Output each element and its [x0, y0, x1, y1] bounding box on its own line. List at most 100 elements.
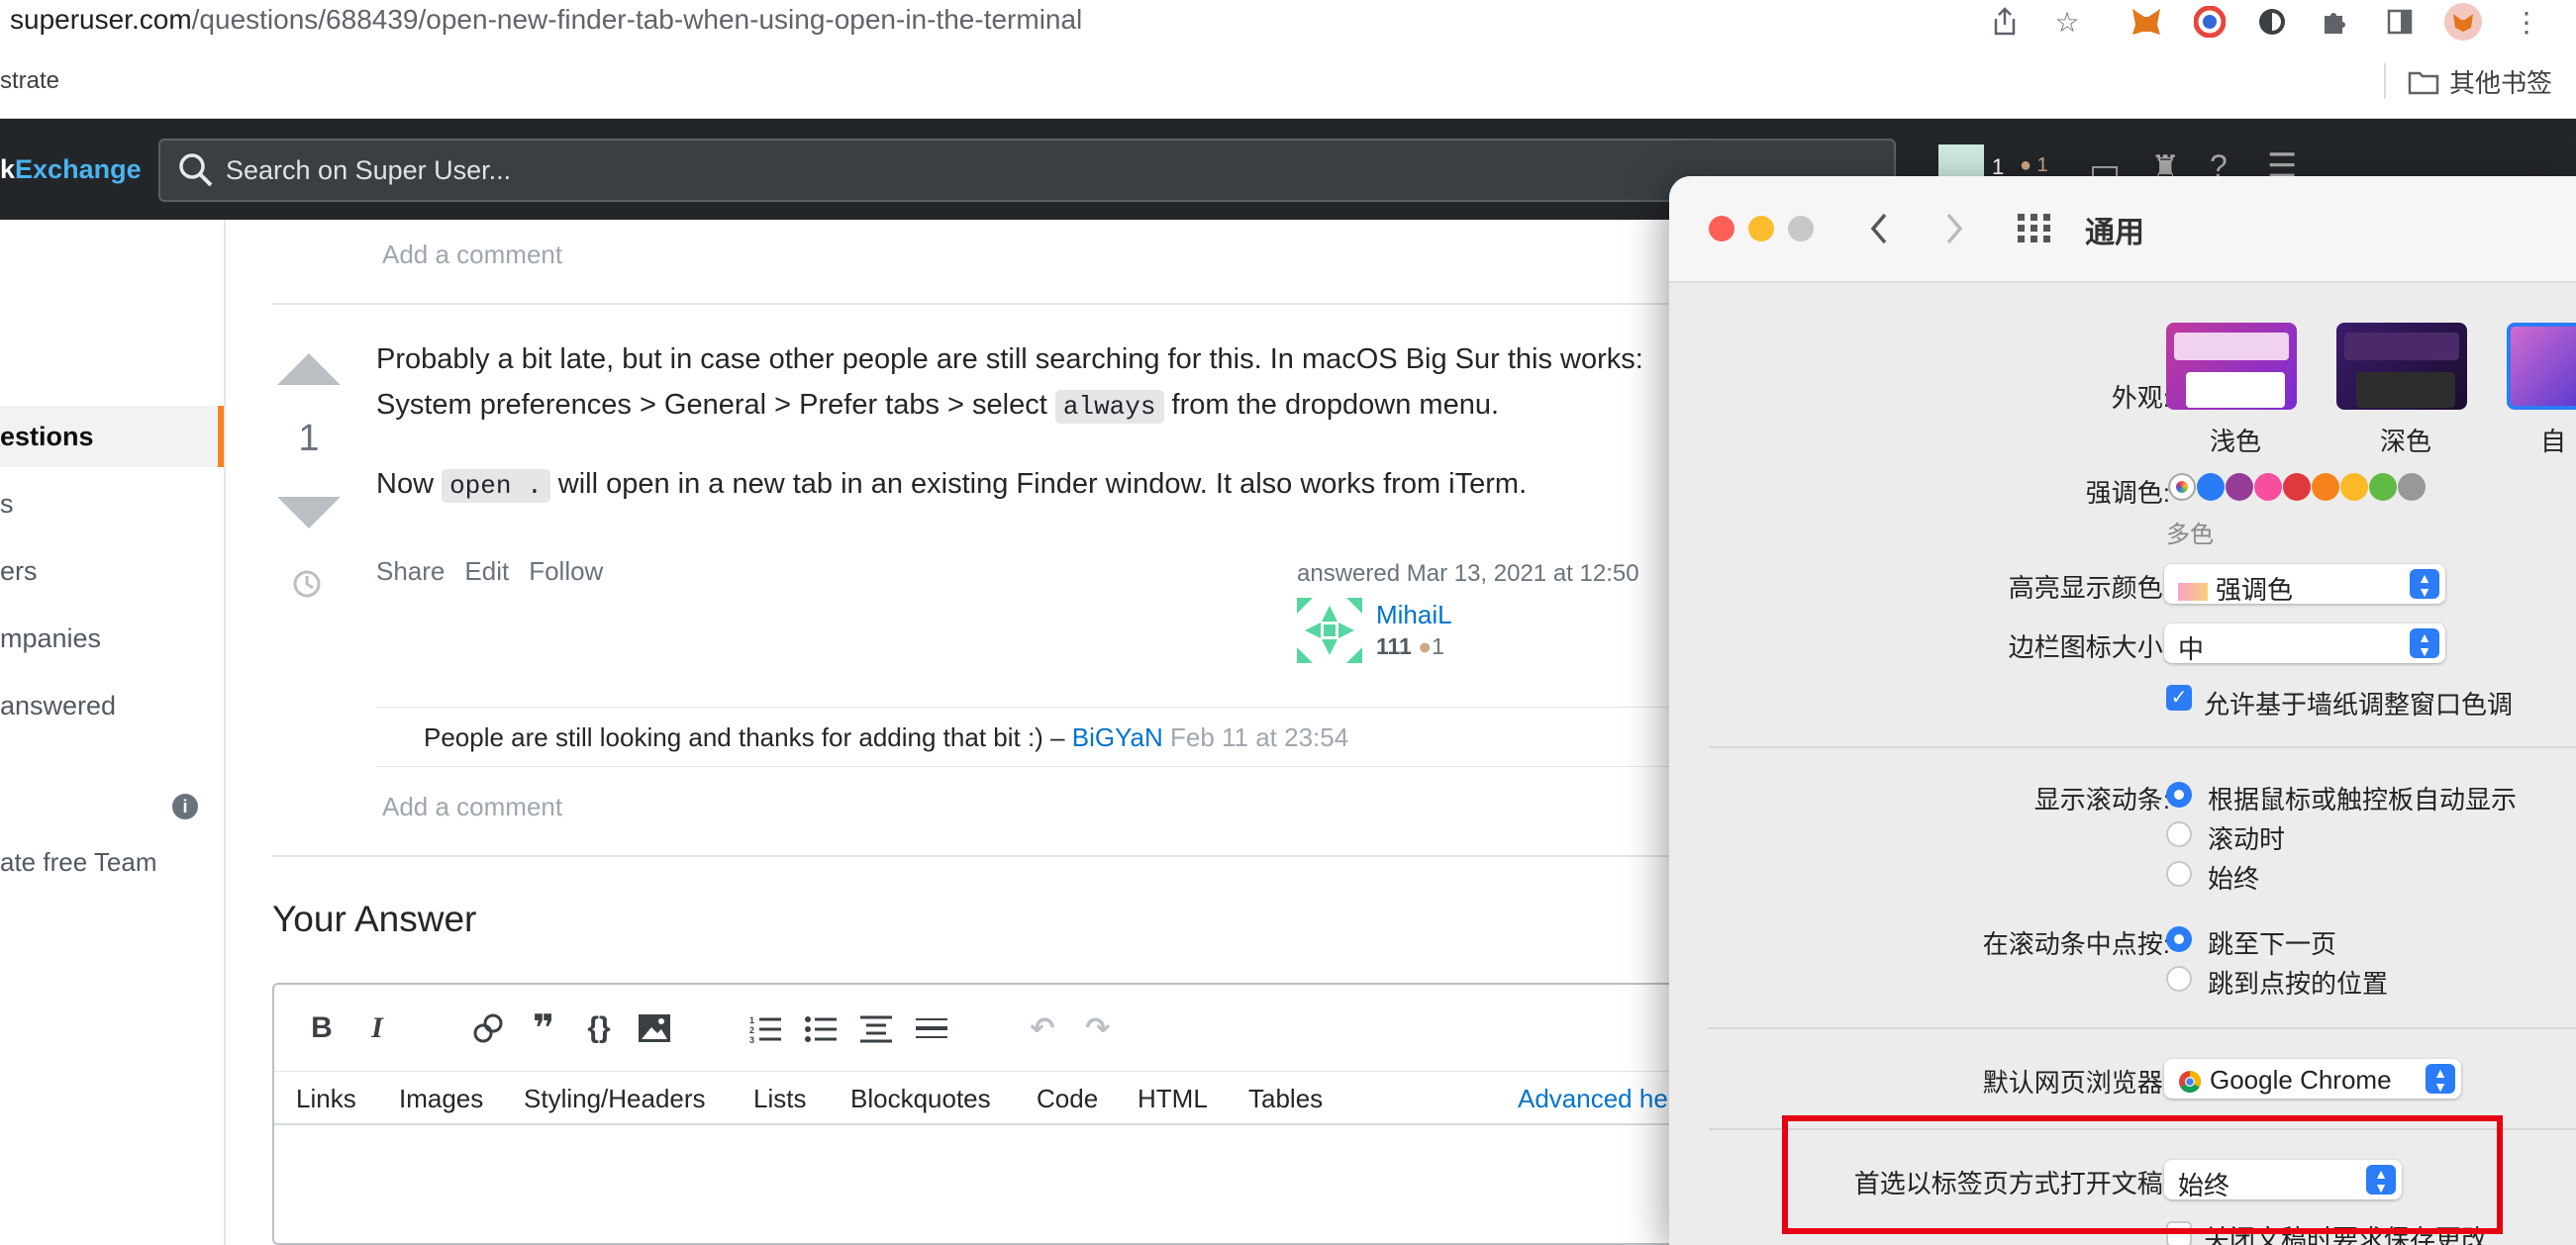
side-panel-icon[interactable]	[2380, 2, 2420, 42]
svg-text:3: 3	[749, 1035, 754, 1043]
appearance-light-thumb[interactable]	[2166, 323, 2297, 410]
star-icon[interactable]: ☆	[2047, 2, 2087, 42]
tab-blockquotes[interactable]: Blockquotes	[850, 1084, 991, 1114]
extension-icon[interactable]	[2252, 2, 2292, 42]
nav-companies[interactable]: mpanies	[0, 608, 224, 669]
tab-html[interactable]: HTML	[1138, 1084, 1208, 1114]
redo-icon[interactable]: ↷	[1076, 1006, 1120, 1050]
accent-color-swatch[interactable]	[2312, 473, 2339, 501]
svg-text:1: 1	[749, 1015, 754, 1025]
scrollbars-auto-radio[interactable]	[2166, 782, 2192, 808]
numbered-list-icon[interactable]: 123	[743, 1006, 787, 1050]
tab-code[interactable]: Code	[1037, 1084, 1098, 1114]
nav-questions[interactable]: estions	[0, 406, 224, 467]
accent-color-swatch[interactable]	[2283, 473, 2311, 501]
history-icon[interactable]	[289, 566, 325, 602]
answer-paragraph: Probably a bit late, but in case other p…	[376, 343, 1643, 424]
profile-avatar-icon[interactable]	[2443, 2, 2483, 42]
add-comment-link[interactable]: Add a comment	[382, 239, 562, 270]
url-text[interactable]: superuser.com/questions/688439/open-new-…	[10, 4, 1082, 36]
section-divider	[1709, 1027, 2576, 1029]
search-input[interactable]	[224, 148, 1808, 192]
user-name[interactable]: MihaiL	[1376, 600, 1452, 630]
share-link[interactable]: Share	[376, 556, 445, 587]
minimize-window-button[interactable]	[1748, 216, 1774, 241]
tab-lists[interactable]: Lists	[753, 1084, 806, 1114]
highlight-color-label: 高亮显示颜色:	[2008, 573, 2170, 603]
image-icon[interactable]	[633, 1006, 676, 1050]
accent-color-swatch[interactable]	[2340, 473, 2368, 501]
tint-checkbox-label: 允许基于墙纸调整窗口色调	[2204, 690, 2514, 719]
nav-tags[interactable]: s	[0, 473, 224, 534]
bulleted-list-icon[interactable]	[799, 1006, 842, 1050]
scrollbars-always-radio[interactable]	[2166, 861, 2192, 887]
downvote-button[interactable]	[275, 495, 343, 530]
nav-users[interactable]: ers	[0, 540, 224, 602]
accent-multicolor-swatch[interactable]	[2168, 473, 2196, 501]
undo-icon[interactable]: ↶	[1021, 1006, 1064, 1050]
show-all-grid-icon[interactable]	[2018, 214, 2053, 243]
user-avatar[interactable]	[1297, 598, 1362, 663]
default-browser-popup[interactable]: Google Chrome ▲ ▼	[2164, 1059, 2461, 1099]
blockquote-icon[interactable]: ❞	[522, 1006, 565, 1050]
stackexchange-logo[interactable]: kExchange	[0, 154, 142, 185]
click-next-page-radio[interactable]	[2166, 926, 2192, 952]
edit-link[interactable]: Edit	[464, 556, 509, 587]
default-browser-label: 默认网页浏览器:	[1982, 1068, 2170, 1098]
scrollbars-auto-label: 根据鼠标或触控板自动显示	[2208, 785, 2518, 814]
highlight-color-popup[interactable]: 强调色 ▲ ▼	[2164, 564, 2445, 605]
link-icon[interactable]	[466, 1006, 510, 1050]
heading-icon[interactable]	[854, 1006, 898, 1050]
accent-color-value: 多色	[2166, 522, 2214, 548]
tab-styling[interactable]: Styling/Headers	[524, 1084, 706, 1114]
chrome-icon	[2179, 1071, 2201, 1094]
upvote-button[interactable]	[275, 351, 343, 387]
browser-url-bar[interactable]: superuser.com/questions/688439/open-new-…	[0, 0, 2576, 48]
accent-color-swatch[interactable]	[2369, 473, 2397, 501]
horizontal-rule-icon[interactable]	[910, 1006, 953, 1050]
zoom-window-button[interactable]	[1788, 216, 1814, 241]
color-extension-icon[interactable]	[2190, 2, 2229, 42]
tab-tables[interactable]: Tables	[1248, 1084, 1323, 1114]
accent-color-label: 强调色:	[2085, 478, 2170, 508]
scrollbars-when-scrolling-radio[interactable]	[2166, 821, 2192, 847]
italic-button[interactable]: I	[355, 1006, 399, 1050]
bookmark-item[interactable]: strate	[0, 67, 59, 95]
back-icon[interactable]	[1867, 212, 1891, 245]
kebab-menu-icon[interactable]: ⋮	[2507, 2, 2546, 42]
chevron-updown-icon: ▲ ▼	[2410, 628, 2439, 658]
color-swatch-icon	[2178, 583, 2208, 602]
bold-button[interactable]: B	[300, 1006, 344, 1050]
code-icon[interactable]: {}	[577, 1006, 621, 1050]
close-window-button[interactable]	[1709, 216, 1734, 241]
comment-user[interactable]: BiGYaN	[1072, 722, 1163, 752]
click-spot-radio[interactable]	[2166, 966, 2192, 992]
chevron-updown-icon: ▲ ▼	[2426, 1064, 2455, 1094]
metamask-extension-icon[interactable]	[2127, 2, 2166, 42]
forward-icon[interactable]	[1942, 212, 1966, 245]
accent-color-swatch[interactable]	[2398, 473, 2426, 501]
tab-links[interactable]: Links	[296, 1084, 356, 1114]
add-comment-link[interactable]: Add a comment	[382, 792, 562, 822]
share-icon[interactable]	[1985, 2, 2025, 42]
divider	[272, 855, 1678, 857]
tab-images[interactable]: Images	[399, 1084, 483, 1114]
create-team-link[interactable]: ate free Team	[0, 847, 157, 878]
info-icon[interactable]: i	[172, 794, 198, 819]
scrollbars-always-label: 始终	[2208, 864, 2260, 894]
follow-link[interactable]: Follow	[529, 556, 603, 587]
inline-code: open .	[442, 469, 550, 503]
accent-color-swatch[interactable]	[2254, 473, 2282, 501]
advanced-help-link[interactable]: Advanced he	[1518, 1084, 1668, 1114]
appearance-dark-thumb[interactable]	[2336, 323, 2467, 410]
accent-color-swatch[interactable]	[2197, 473, 2225, 501]
comment-date[interactable]: Feb 11 at 23:54	[1170, 722, 1348, 752]
other-bookmarks[interactable]: 其他书签	[2408, 63, 2552, 100]
appearance-auto-thumb[interactable]	[2507, 323, 2576, 410]
site-search[interactable]	[158, 139, 1896, 202]
tint-checkbox[interactable]: ✓	[2166, 685, 2192, 711]
puzzle-extensions-icon[interactable]	[2315, 2, 2354, 42]
sidebar-icon-size-popup[interactable]: 中 ▲ ▼	[2164, 623, 2445, 664]
nav-unanswered[interactable]: answered	[0, 675, 224, 736]
accent-color-swatch[interactable]	[2226, 473, 2253, 501]
